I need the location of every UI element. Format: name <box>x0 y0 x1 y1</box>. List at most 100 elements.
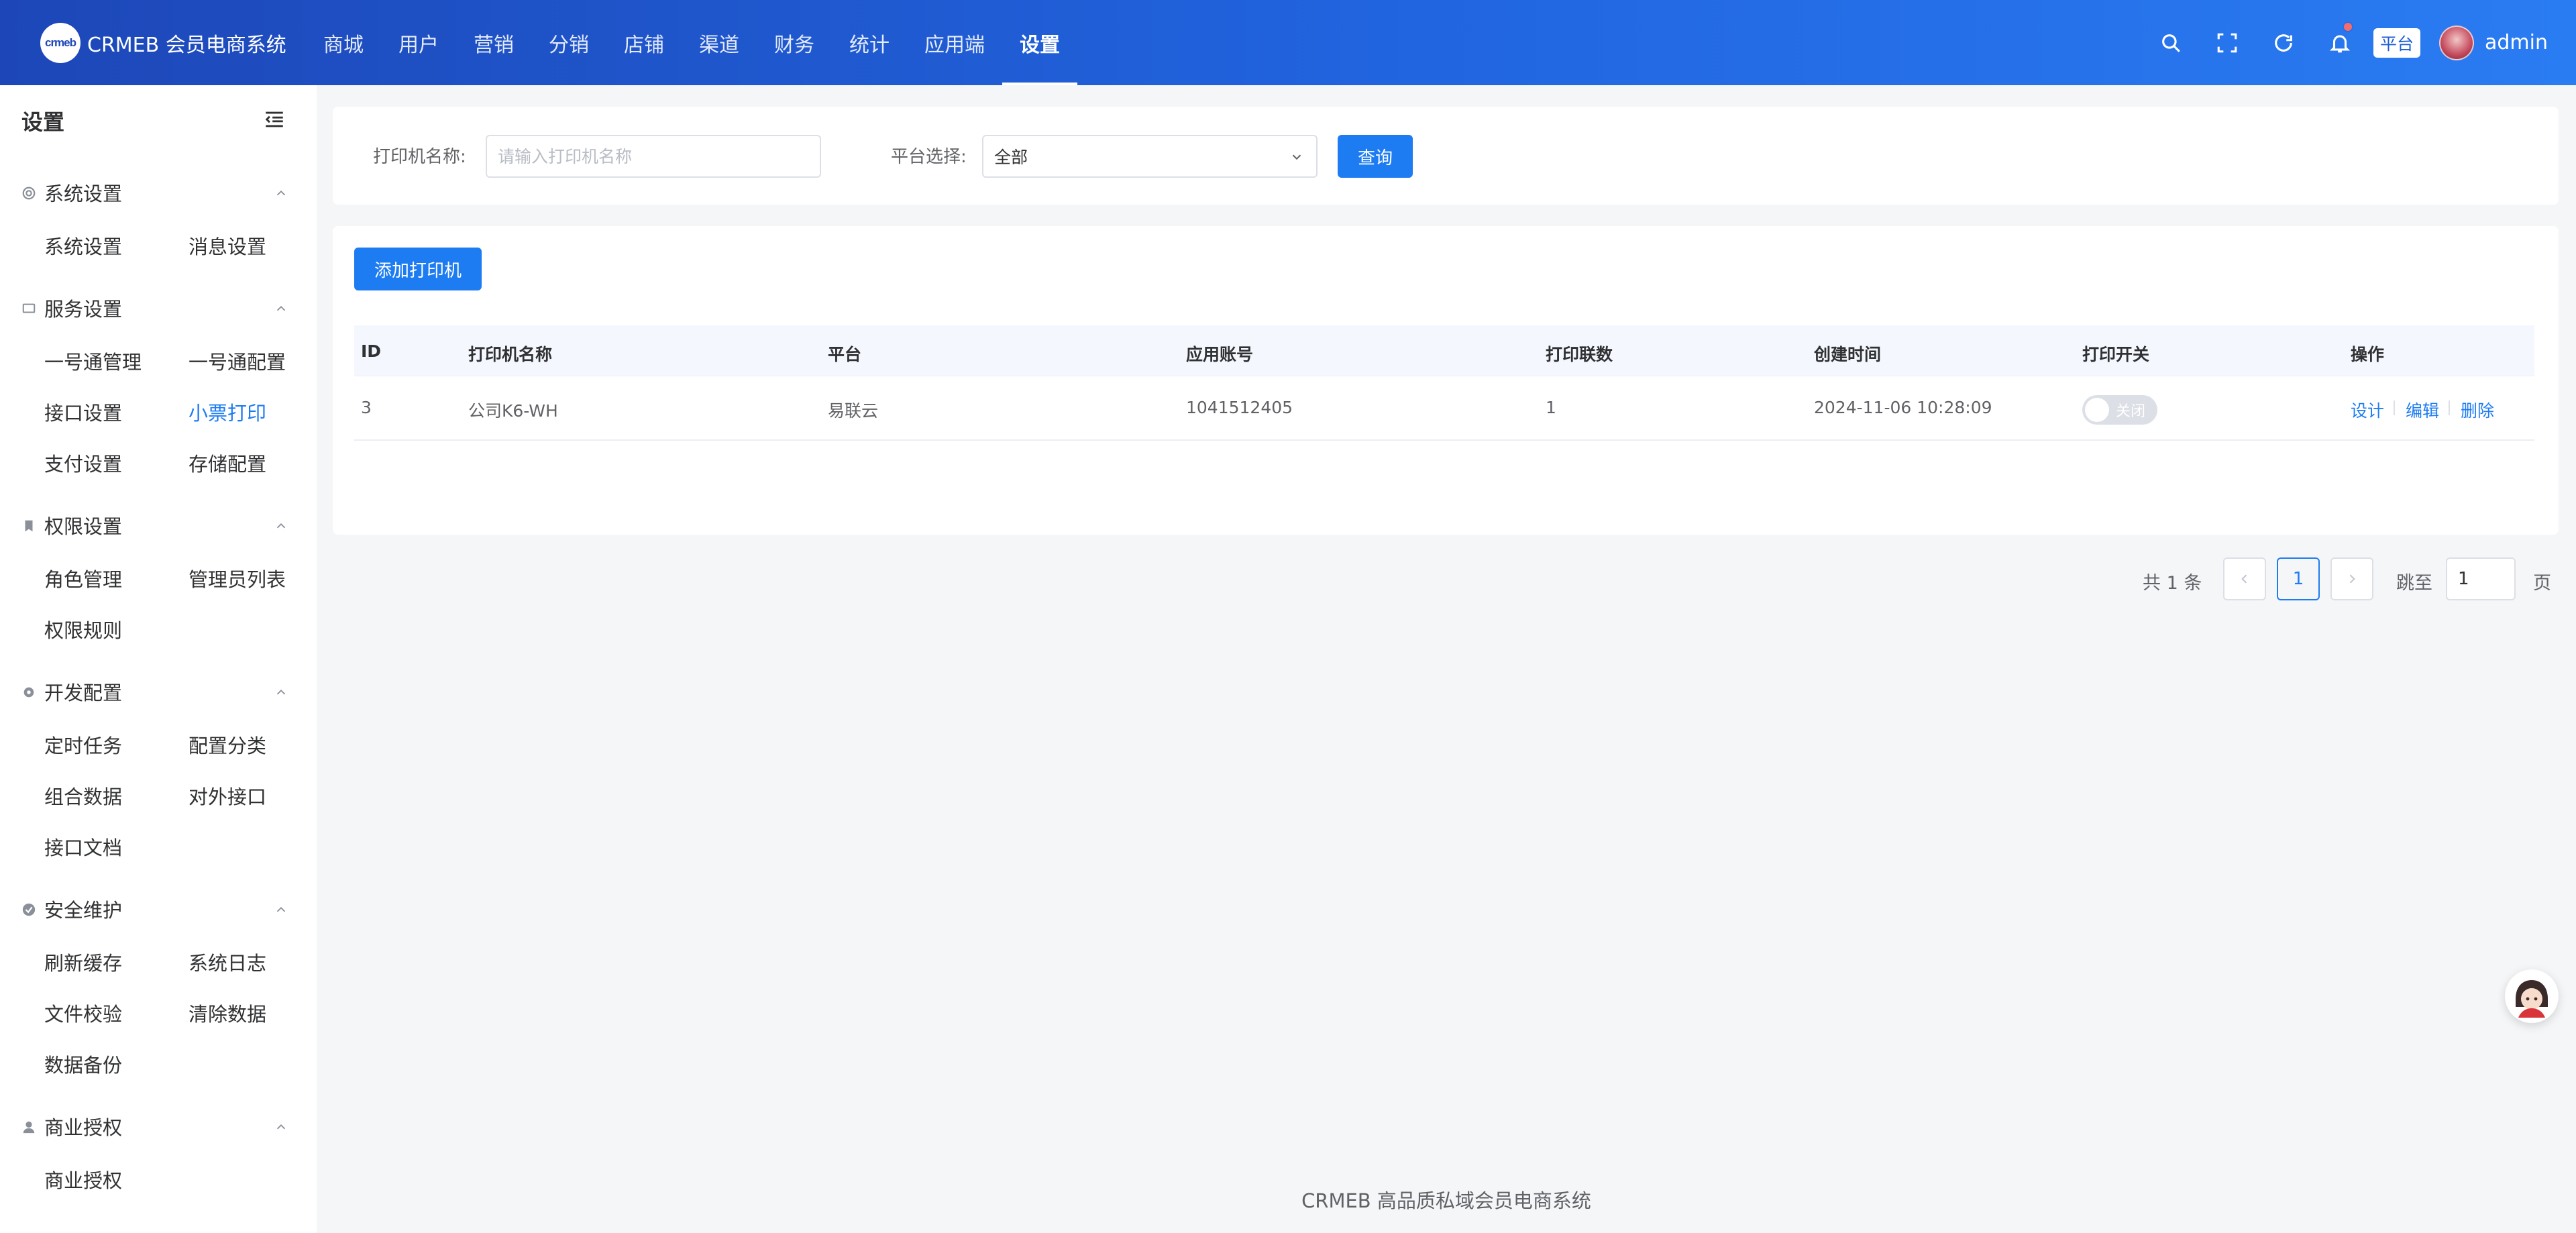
user-icon <box>23 1121 35 1134</box>
topnav-store[interactable]: 店铺 <box>606 0 682 85</box>
sidebar-group-header[interactable]: 商业授权 <box>0 1113 317 1140</box>
topnav-users[interactable]: 用户 <box>381 0 456 85</box>
topnav-channel[interactable]: 渠道 <box>682 0 757 85</box>
cell-id: 3 <box>361 398 372 417</box>
sidebar-item-payment-settings[interactable]: 支付设置 <box>44 449 122 477</box>
sidebar-item-external-api[interactable]: 对外接口 <box>189 782 266 810</box>
platform-select[interactable]: 全部 <box>982 135 1318 178</box>
sidebar-item-yihaotong-manage[interactable]: 一号通管理 <box>44 347 142 375</box>
chevron-up-icon <box>276 305 286 311</box>
sidebar-item-receipt-print[interactable]: 小票打印 <box>189 398 266 426</box>
search-icon[interactable] <box>2143 0 2199 85</box>
top-header: crmeb CRMEB 会员电商系统 商城 用户 营销 分销 店铺 渠道 财务 … <box>0 0 2576 85</box>
topnav-finance[interactable]: 财务 <box>757 0 832 85</box>
brand[interactable]: crmeb CRMEB 会员电商系统 <box>40 23 286 63</box>
column-header: 打印机名称 <box>468 345 553 364</box>
action-divider <box>2394 400 2395 415</box>
printer-name-label: 打印机名称: <box>373 147 466 167</box>
column-header: 打印开关 <box>2082 345 2150 364</box>
sidebar-group-header[interactable]: 服务设置 <box>0 294 317 321</box>
platform-badge[interactable]: 平台 <box>2373 28 2420 58</box>
avatar[interactable] <box>2439 25 2474 60</box>
sidebar-item-system-log[interactable]: 系统日志 <box>189 948 266 976</box>
cell-printer-name: 公司K6-WH <box>468 401 558 421</box>
page-number-1[interactable]: 1 <box>2277 557 2320 600</box>
sidebar-item-commercial-license[interactable]: 商业授权 <box>44 1165 122 1193</box>
collapse-menu-icon[interactable] <box>263 108 286 131</box>
sidebar-title: 设置 <box>21 109 65 135</box>
cell-copies: 1 <box>1546 398 1556 417</box>
sidebar-item-role-manage[interactable]: 角色管理 <box>44 564 122 592</box>
footer-text: CRMEB 高品质私域会员电商系统 <box>1301 1189 1591 1212</box>
topnav-distribution[interactable]: 分销 <box>531 0 606 85</box>
bell-icon[interactable] <box>2312 0 2368 85</box>
refresh-icon[interactable] <box>2255 0 2312 85</box>
printer-name-input[interactable] <box>486 135 821 178</box>
cell-created-time: 2024-11-06 10:28:09 <box>1814 398 1992 417</box>
sidebar-group-system: 系统设置 系统设置 消息设置 <box>0 179 317 258</box>
delete-link[interactable]: 删除 <box>2461 398 2494 422</box>
sidebar-item-file-check[interactable]: 文件校验 <box>44 999 122 1027</box>
notification-dot <box>2342 21 2353 32</box>
check-circle-icon <box>22 903 36 916</box>
edit-link[interactable]: 编辑 <box>2406 398 2439 422</box>
topnav-settings[interactable]: 设置 <box>1002 0 1077 85</box>
gear-icon <box>22 186 36 200</box>
sidebar-group-license: 商业授权 商业授权 <box>0 1113 317 1192</box>
sidebar-item-api-docs[interactable]: 接口文档 <box>44 833 122 861</box>
main-content: 打印机名称: 平台选择: 全部 查询 添加打印机 ID 打印机名称 平台 应用账… <box>317 85 2576 1233</box>
sidebar-group-header[interactable]: 系统设置 <box>0 179 317 206</box>
sidebar-group-header[interactable]: 安全维护 <box>0 896 317 922</box>
next-page-button[interactable] <box>2330 557 2373 600</box>
topnav-statistics[interactable]: 统计 <box>832 0 907 85</box>
design-link[interactable]: 设计 <box>2351 398 2384 422</box>
sidebar-group-security: 安全维护 刷新缓存 系统日志 文件校验 清除数据 数据备份 <box>0 896 317 1077</box>
chevron-up-icon <box>276 190 286 196</box>
username[interactable]: admin <box>2485 31 2548 54</box>
column-header: 应用账号 <box>1186 345 1254 364</box>
sidebar-item-clear-data[interactable]: 清除数据 <box>189 999 266 1027</box>
search-form: 打印机名称: 平台选择: 全部 查询 <box>333 107 2559 205</box>
sidebar-group-title: 安全维护 <box>44 899 123 922</box>
topnav-mall[interactable]: 商城 <box>306 0 381 85</box>
fullscreen-icon[interactable] <box>2199 0 2255 85</box>
prev-page-button[interactable] <box>2223 557 2266 600</box>
column-header: ID <box>361 341 382 361</box>
sidebar-item-data-backup[interactable]: 数据备份 <box>44 1050 122 1078</box>
sidebar-group-service: 服务设置 一号通管理 一号通配置 接口设置 小票打印 支付设置 存储配置 <box>0 294 317 476</box>
column-header: 打印联数 <box>1546 345 1613 364</box>
switch-label: 关闭 <box>2116 403 2146 420</box>
sidebar-item-scheduled-tasks[interactable]: 定时任务 <box>44 731 122 759</box>
jump-label: 跳至 <box>2396 573 2432 594</box>
column-header: 创建时间 <box>1814 345 1882 364</box>
pagination: 共 1 条 1 跳至 页 <box>333 557 2559 600</box>
monitor-icon <box>22 303 36 313</box>
sidebar-item-api-settings[interactable]: 接口设置 <box>44 398 122 426</box>
sidebar-item-refresh-cache[interactable]: 刷新缓存 <box>44 948 122 976</box>
sidebar-group-title: 权限设置 <box>44 515 123 538</box>
chevron-down-icon <box>1292 154 1301 160</box>
sidebar-item-permission-rules[interactable]: 权限规则 <box>44 615 122 643</box>
sidebar-item-system-settings[interactable]: 系统设置 <box>44 231 122 260</box>
bookmark-icon <box>25 520 33 532</box>
sidebar-group-header[interactable]: 权限设置 <box>0 512 317 539</box>
query-button[interactable]: 查询 <box>1338 135 1413 178</box>
sidebar-group-dev: 开发配置 定时任务 配置分类 组合数据 对外接口 接口文档 <box>0 678 317 859</box>
topnav-marketing[interactable]: 营销 <box>456 0 531 85</box>
switch-knob <box>2085 398 2109 422</box>
sidebar-item-message-settings[interactable]: 消息设置 <box>189 231 266 260</box>
action-divider <box>2449 400 2450 415</box>
sidebar-group-title: 商业授权 <box>44 1116 123 1139</box>
sidebar-item-yihaotong-config[interactable]: 一号通配置 <box>189 347 286 375</box>
sidebar-group-header[interactable]: 开发配置 <box>0 678 317 705</box>
jump-page-input[interactable] <box>2446 557 2516 600</box>
print-switch[interactable]: 关闭 <box>2082 395 2157 425</box>
sidebar-item-storage-config[interactable]: 存储配置 <box>189 449 266 477</box>
add-printer-button[interactable]: 添加打印机 <box>354 248 482 290</box>
customer-service-avatar[interactable] <box>2505 969 2559 1023</box>
printer-table: ID 打印机名称 平台 应用账号 打印联数 创建时间 打印开关 操作 3 公司K… <box>354 325 2534 441</box>
sidebar-item-admin-list[interactable]: 管理员列表 <box>189 564 286 592</box>
sidebar-item-combined-data[interactable]: 组合数据 <box>44 782 122 810</box>
topnav-apps[interactable]: 应用端 <box>907 0 1002 85</box>
sidebar-item-config-category[interactable]: 配置分类 <box>189 731 266 759</box>
